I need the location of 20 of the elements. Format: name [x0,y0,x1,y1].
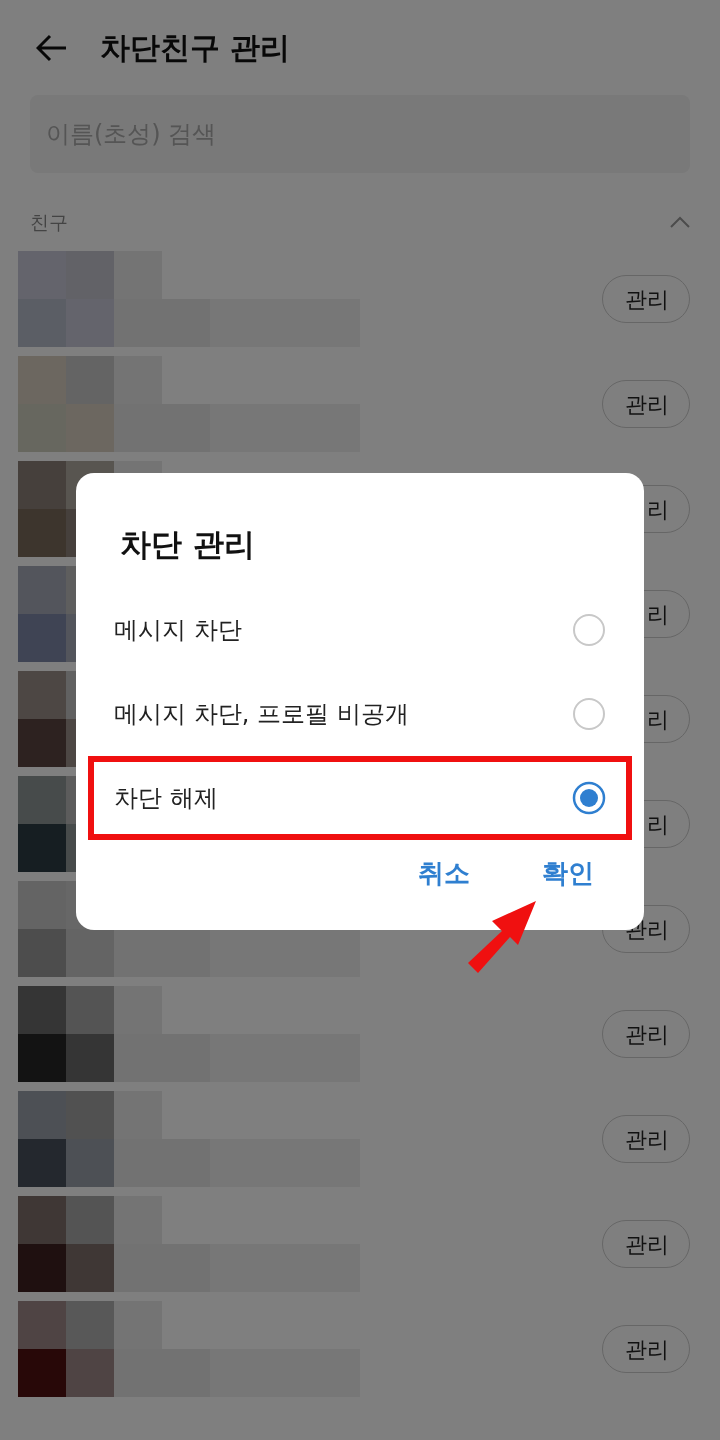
section-title: 친구 [30,210,68,235]
manage-button[interactable]: 관리 [602,1325,690,1373]
cancel-button[interactable]: 취소 [418,853,470,893]
manage-button[interactable]: 관리 [602,275,690,323]
confirm-button[interactable]: 확인 [542,853,594,893]
option-label: 메시지 차단 [114,614,242,646]
option-label: 메시지 차단, 프로필 비공개 [114,698,409,730]
radio-button[interactable] [572,696,606,731]
page-title: 차단친구 관리 [100,29,291,67]
back-icon[interactable] [36,33,68,62]
radio-button[interactable] [572,612,606,647]
manage-button[interactable]: 관리 [602,1010,690,1058]
radio-option[interactable]: 차단 해제 [88,755,632,840]
chevron-up-icon[interactable] [670,216,690,229]
dialog-title: 차단 관리 [120,526,255,562]
manage-button[interactable]: 관리 [602,380,690,428]
radio-button[interactable] [572,780,606,815]
option-label: 차단 해제 [114,782,218,814]
manage-button[interactable]: 관리 [602,1115,690,1163]
manage-button[interactable]: 관리 [602,1220,690,1268]
